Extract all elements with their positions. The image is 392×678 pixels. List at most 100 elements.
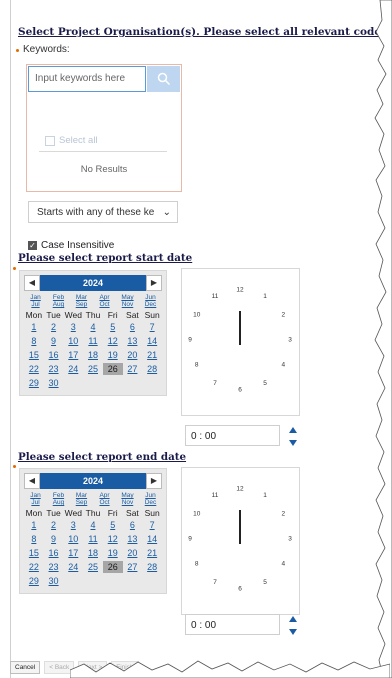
day-cell[interactable]: 13	[123, 335, 143, 347]
month-link[interactable]: Jun	[139, 492, 162, 499]
day-cell[interactable]: 27	[123, 561, 143, 573]
day-cell[interactable]: 14	[142, 335, 162, 347]
month-link[interactable]: Jun	[139, 294, 162, 301]
day-cell[interactable]: 22	[24, 363, 44, 375]
next-year-button[interactable]: ▶	[146, 473, 162, 489]
day-cell[interactable]: 6	[123, 519, 143, 531]
day-cell[interactable]: 19	[103, 547, 123, 559]
day-cell[interactable]: 18	[83, 547, 103, 559]
day-cell[interactable]: 11	[83, 335, 103, 347]
day-cell[interactable]: 21	[142, 547, 162, 559]
month-link[interactable]: Dec	[139, 499, 162, 506]
day-cell[interactable]: 23	[44, 363, 64, 375]
day-cell[interactable]: 3	[63, 321, 83, 333]
cancel-button[interactable]: Cancel	[10, 661, 41, 674]
day-cell[interactable]: 11	[83, 533, 103, 545]
month-link[interactable]: Oct	[93, 499, 116, 506]
day-cell[interactable]: 25	[83, 363, 103, 375]
keywords-input[interactable]: Input keywords here	[28, 66, 146, 92]
day-cell[interactable]: 15	[24, 349, 44, 361]
month-link[interactable]: Apr	[93, 492, 116, 499]
prev-year-button[interactable]: ◀	[24, 473, 40, 489]
month-link[interactable]: May	[116, 294, 139, 301]
day-cell[interactable]: 8	[24, 335, 44, 347]
start-time-input[interactable]: 0 : 00	[185, 425, 280, 446]
month-link[interactable]: Aug	[47, 499, 70, 506]
month-link[interactable]: Sep	[70, 499, 93, 506]
decrement-button[interactable]	[287, 625, 299, 638]
increment-button[interactable]	[287, 423, 299, 436]
day-cell[interactable]: 4	[83, 519, 103, 531]
search-button[interactable]	[147, 66, 180, 92]
month-link[interactable]: Jan	[24, 492, 47, 499]
day-cell[interactable]: 8	[24, 533, 44, 545]
day-cell[interactable]: 28	[142, 561, 162, 573]
day-cell[interactable]: 29	[24, 377, 44, 389]
day-cell[interactable]: 20	[123, 349, 143, 361]
month-link[interactable]: Apr	[93, 294, 116, 301]
match-mode-select[interactable]: Starts with any of these ke ⌄	[28, 201, 178, 223]
month-link[interactable]: Jul	[24, 301, 47, 308]
day-cell[interactable]: 12	[103, 533, 123, 545]
day-cell[interactable]: 16	[44, 349, 64, 361]
day-cell[interactable]: 24	[63, 561, 83, 573]
month-link[interactable]: Mar	[70, 294, 93, 301]
day-cell[interactable]: 12	[103, 335, 123, 347]
end-time-spinner[interactable]	[287, 612, 299, 638]
end-time-input[interactable]: 0 : 00	[185, 614, 280, 635]
month-link[interactable]: Mar	[70, 492, 93, 499]
day-cell[interactable]: 2	[44, 321, 64, 333]
day-cell[interactable]: 5	[103, 519, 123, 531]
month-link[interactable]: May	[116, 492, 139, 499]
start-time-spinner[interactable]	[287, 423, 299, 449]
day-cell[interactable]: 28	[142, 363, 162, 375]
day-cell[interactable]: 10	[63, 533, 83, 545]
month-link[interactable]: Dec	[139, 301, 162, 308]
day-cell[interactable]: 30	[44, 575, 64, 587]
day-cell[interactable]: 2	[44, 519, 64, 531]
month-link[interactable]: Sep	[70, 301, 93, 308]
month-link[interactable]: Nov	[116, 499, 139, 506]
day-cell[interactable]: 21	[142, 349, 162, 361]
day-cell[interactable]: 6	[123, 321, 143, 333]
day-cell[interactable]: 22	[24, 561, 44, 573]
day-cell[interactable]: 24	[63, 363, 83, 375]
next-year-button[interactable]: ▶	[146, 275, 162, 291]
day-cell[interactable]: 16	[44, 547, 64, 559]
day-cell[interactable]: 19	[103, 349, 123, 361]
day-cell[interactable]: 18	[83, 349, 103, 361]
day-cell[interactable]: 17	[63, 547, 83, 559]
day-cell[interactable]: 17	[63, 349, 83, 361]
day-cell[interactable]: 15	[24, 547, 44, 559]
select-all-checkbox[interactable]: Select all	[45, 135, 98, 146]
day-cell[interactable]: 4	[83, 321, 103, 333]
increment-button[interactable]	[287, 612, 299, 625]
day-cell[interactable]: 9	[44, 533, 64, 545]
day-cell[interactable]: 14	[142, 533, 162, 545]
day-cell[interactable]: 1	[24, 519, 44, 531]
month-link[interactable]: Nov	[116, 301, 139, 308]
month-link[interactable]: Oct	[93, 301, 116, 308]
day-cell[interactable]: 30	[44, 377, 64, 389]
day-cell[interactable]: 25	[83, 561, 103, 573]
day-cell[interactable]: 3	[63, 519, 83, 531]
decrement-button[interactable]	[287, 436, 299, 449]
day-cell[interactable]: 20	[123, 547, 143, 559]
month-link[interactable]: Aug	[47, 301, 70, 308]
day-cell[interactable]: 13	[123, 533, 143, 545]
day-cell-selected[interactable]: 26	[102, 363, 123, 375]
day-cell[interactable]: 7	[142, 519, 162, 531]
day-cell[interactable]: 1	[24, 321, 44, 333]
day-cell[interactable]: 10	[63, 335, 83, 347]
month-link[interactable]: Jan	[24, 294, 47, 301]
month-link[interactable]: Feb	[47, 492, 70, 499]
day-cell[interactable]: 9	[44, 335, 64, 347]
month-link[interactable]: Jul	[24, 499, 47, 506]
day-cell[interactable]: 29	[24, 575, 44, 587]
day-cell[interactable]: 23	[44, 561, 64, 573]
day-cell[interactable]: 7	[142, 321, 162, 333]
month-link[interactable]: Feb	[47, 294, 70, 301]
day-cell-selected[interactable]: 26	[102, 561, 123, 573]
day-cell[interactable]: 5	[103, 321, 123, 333]
prev-year-button[interactable]: ◀	[24, 275, 40, 291]
